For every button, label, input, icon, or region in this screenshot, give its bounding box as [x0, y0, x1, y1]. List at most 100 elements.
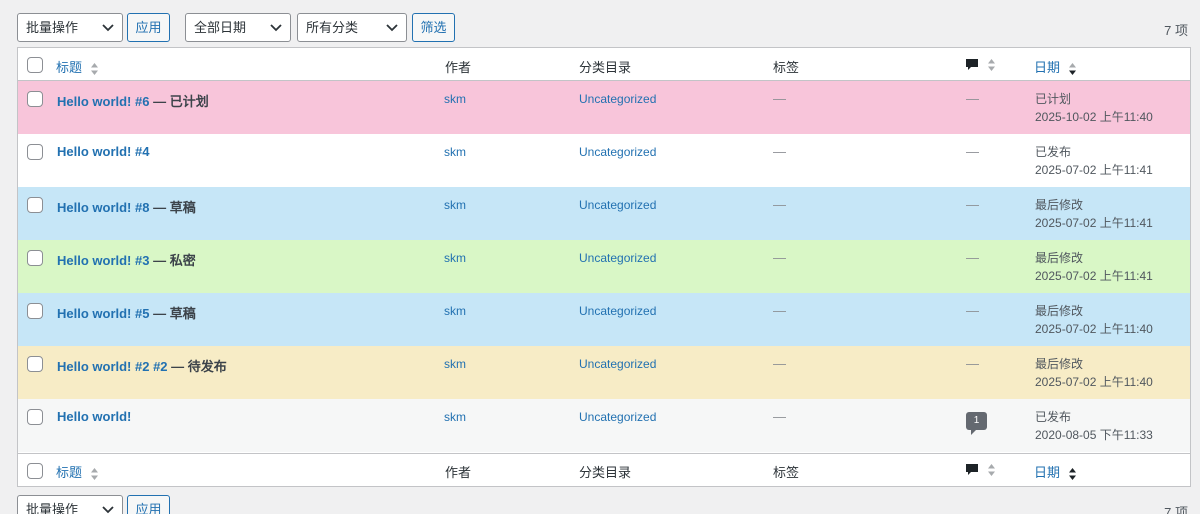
post-title: Hello world!	[57, 409, 131, 424]
sort-desc-icon	[1068, 62, 1076, 75]
row-checkbox[interactable]	[27, 250, 43, 266]
tablenav-top: 批量操作 应用 全部日期 所有分类 筛选 7 项	[0, 13, 1200, 43]
tags-value: —	[773, 197, 786, 212]
date-status: 最后修改	[1035, 198, 1084, 212]
comments-value: —	[966, 91, 979, 106]
comment-bubble-icon	[966, 463, 978, 475]
row-checkbox[interactable]	[27, 303, 43, 319]
category-link[interactable]: Uncategorized	[579, 251, 656, 265]
column-categories: 分类目录	[579, 60, 632, 75]
post-title-link[interactable]: Hello world! #8	[57, 200, 149, 215]
post-title: Hello world! #3 — 私密	[57, 250, 196, 269]
post-title: Hello world! #2 #2 — 待发布	[57, 356, 227, 375]
filter-button[interactable]: 筛选	[412, 13, 455, 42]
tags-value: —	[773, 409, 786, 424]
sort-icon	[987, 463, 995, 476]
category-link[interactable]: Uncategorized	[579, 357, 656, 371]
date-status: 已发布	[1035, 145, 1072, 159]
column-tags: 标签	[773, 60, 800, 75]
post-title: Hello world! #8 — 草稿	[57, 197, 196, 216]
column-date-footer[interactable]: 日期	[1034, 462, 1077, 481]
column-date-label[interactable]: 日期	[1034, 60, 1060, 75]
comment-bubble-icon	[966, 58, 978, 70]
bulk-action-select-value: 批量操作	[26, 502, 79, 514]
category-filter-select[interactable]: 所有分类	[297, 13, 407, 42]
category-link[interactable]: Uncategorized	[579, 410, 656, 424]
chevron-down-icon	[102, 506, 114, 514]
row-checkbox[interactable]	[27, 197, 43, 213]
posts-table: 标题 作者 分类目录 标签 日期 Hello world! #6 — 已计划 sk…	[17, 47, 1191, 487]
date-value: 2025-07-02 上午11:41	[1035, 163, 1153, 177]
row-checkbox[interactable]	[27, 91, 43, 107]
row-checkbox[interactable]	[27, 356, 43, 372]
column-author: 作者	[445, 60, 472, 75]
table-row: Hello world! #8 — 草稿 skm Uncategorized — — 最后…	[18, 187, 1190, 240]
author-link[interactable]: skm	[444, 251, 466, 265]
sort-icon	[987, 58, 995, 71]
date-value: 2025-07-02 上午11:41	[1035, 216, 1153, 230]
table-row: Hello world! #6 — 已计划 skm Uncategorized — — 已…	[18, 81, 1190, 134]
post-title-link[interactable]: Hello world! #3	[57, 253, 149, 268]
bulk-action-select-bottom[interactable]: 批量操作	[17, 495, 123, 514]
category-link[interactable]: Uncategorized	[579, 198, 656, 212]
post-title-link[interactable]: Hello world!	[57, 409, 131, 424]
category-link[interactable]: Uncategorized	[579, 92, 656, 106]
category-link[interactable]: Uncategorized	[579, 304, 656, 318]
sort-icon	[90, 467, 98, 480]
date-filter-select[interactable]: 全部日期	[185, 13, 291, 42]
category-filter-value: 所有分类	[306, 20, 359, 35]
column-date[interactable]: 日期	[1034, 57, 1077, 76]
date-status: 已发布	[1035, 410, 1072, 424]
tags-value: —	[773, 356, 786, 371]
tags-value: —	[773, 91, 786, 106]
author-link[interactable]: skm	[444, 198, 466, 212]
table-row: Hello world! skm Uncategorized — 1 已发布 2020-08…	[18, 399, 1190, 452]
column-title-footer[interactable]: 标题	[56, 462, 99, 481]
tags-value: —	[773, 250, 786, 265]
author-link[interactable]: skm	[444, 304, 466, 318]
tags-value: —	[773, 144, 786, 159]
comments-value: —	[966, 356, 979, 371]
row-checkbox[interactable]	[27, 144, 43, 160]
post-title-link[interactable]: Hello world! #4	[57, 144, 149, 159]
column-comments[interactable]	[965, 56, 996, 72]
author-link[interactable]: skm	[444, 410, 466, 424]
author-link[interactable]: skm	[444, 357, 466, 371]
author-link[interactable]: skm	[444, 92, 466, 106]
sort-desc-icon	[1068, 467, 1076, 480]
post-title: Hello world! #4	[57, 144, 149, 159]
column-date-label[interactable]: 日期	[1034, 465, 1060, 480]
table-row: Hello world! #2 #2 — 待发布 skm Uncategorized…	[18, 346, 1190, 399]
comment-count-bubble[interactable]: 1	[966, 412, 987, 435]
post-state: — 草稿	[149, 200, 196, 215]
author-link[interactable]: skm	[444, 145, 466, 159]
select-all-checkbox[interactable]	[27, 57, 43, 73]
apply-button-bottom[interactable]: 应用	[127, 495, 170, 514]
post-title-link[interactable]: Hello world! #6	[57, 94, 149, 109]
post-title-link[interactable]: Hello world! #2 #2	[57, 359, 168, 374]
table-footer: 标题 作者 分类目录 标签 日期	[18, 453, 1190, 486]
table-row: Hello world! #3 — 私密 skm Uncategorized — — 最后…	[18, 240, 1190, 293]
column-comments-footer[interactable]	[965, 461, 996, 477]
sort-icon	[90, 62, 98, 75]
post-title: Hello world! #5 — 草稿	[57, 303, 196, 322]
bulk-action-select[interactable]: 批量操作	[17, 13, 123, 42]
row-checkbox[interactable]	[27, 409, 43, 425]
column-title-label[interactable]: 标题	[56, 465, 82, 480]
post-title: Hello world! #6 — 已计划	[57, 91, 209, 110]
chevron-down-icon	[102, 24, 114, 32]
post-title-link[interactable]: Hello world! #5	[57, 306, 149, 321]
post-state: — 私密	[149, 253, 196, 268]
date-status: 最后修改	[1035, 251, 1084, 265]
column-author-footer: 作者	[445, 465, 472, 480]
post-state: — 待发布	[167, 359, 227, 374]
post-state: — 已计划	[149, 94, 209, 109]
apply-button[interactable]: 应用	[127, 13, 170, 42]
date-status: 已计划	[1035, 92, 1072, 106]
column-title[interactable]: 标题	[56, 57, 99, 76]
column-title-label[interactable]: 标题	[56, 60, 82, 75]
date-filter-value: 全部日期	[194, 20, 247, 35]
comments-value: —	[966, 303, 979, 318]
select-all-checkbox-footer[interactable]	[27, 463, 43, 479]
category-link[interactable]: Uncategorized	[579, 145, 656, 159]
